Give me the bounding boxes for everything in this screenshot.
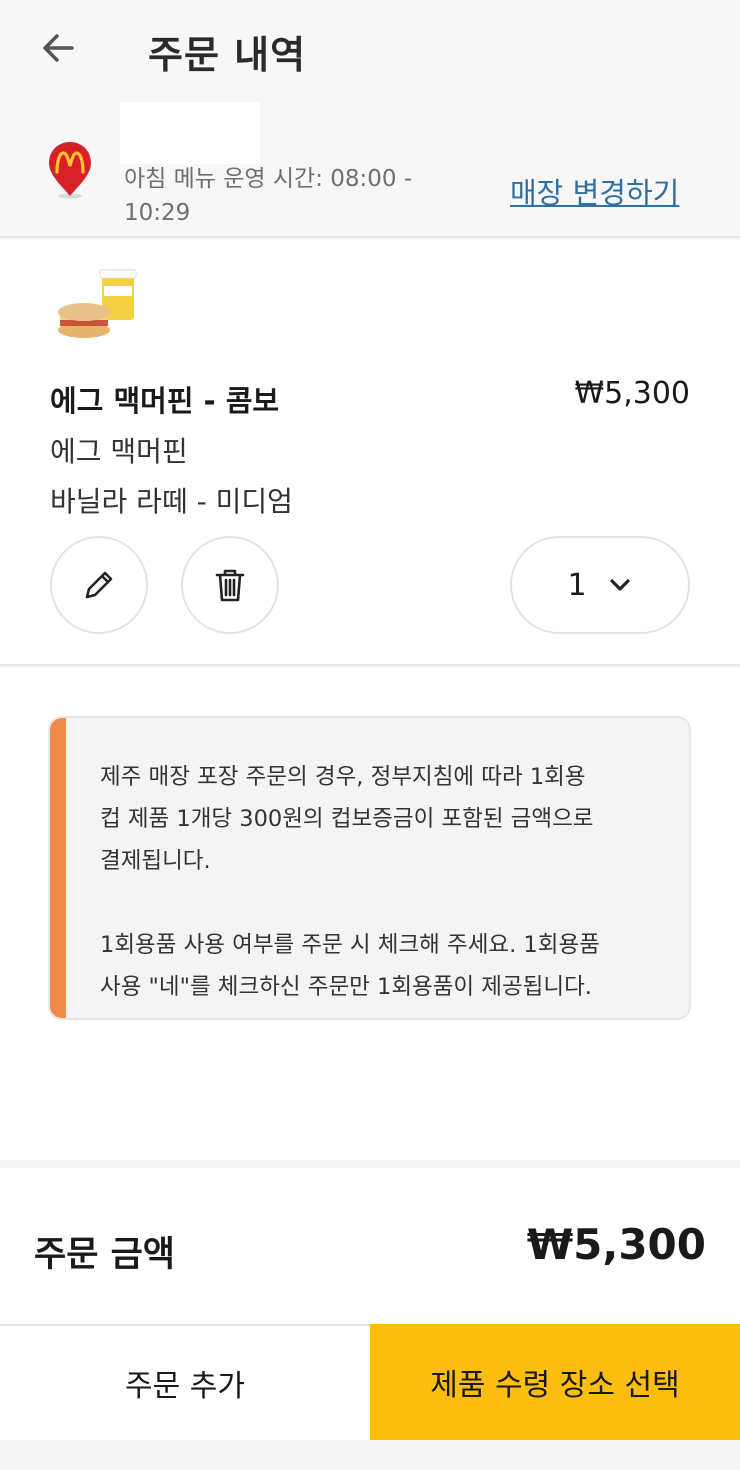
order-item: 에그 맥머핀 - 콤보 ₩5,300 에그 맥머핀 바닐라 라떼 - 미디엄 1 [0, 240, 740, 666]
notice-paragraph: 1회용품 사용 여부를 주문 시 체크해 주세요. 1회용품 사용 "네"를 체… [100, 932, 600, 1000]
quantity-select[interactable]: 1 [510, 536, 690, 634]
footer-actions: 주문 추가 제품 수령 장소 선택 [0, 1324, 740, 1440]
mcdonalds-location-pin-icon [49, 142, 91, 199]
notice-text: 제주 매장 포장 주문의 경우, 정부지침에 따라 1회용 컵 제품 1개당 3… [100, 756, 670, 1008]
item-name: 에그 맥머핀 - 콤보 [50, 384, 280, 418]
chevron-down-icon [609, 579, 630, 591]
store-info: 아침 메뉴 운영 시간: 08:00 - 10:29 매장 변경하기 [0, 100, 740, 238]
notice-paragraph: 제주 매장 포장 주문의 경우, 정부지침에 따라 1회용 컵 제품 1개당 3… [100, 764, 594, 874]
item-price: ₩5,300 [574, 376, 690, 411]
edit-item-button[interactable] [50, 536, 148, 634]
total-value: ₩5,300 [526, 1220, 706, 1269]
total-label: 주문 금액 [34, 1235, 175, 1275]
pencil-icon [85, 571, 113, 599]
trash-icon [215, 569, 245, 602]
bottom-strip [0, 1440, 740, 1470]
delete-item-button[interactable] [181, 536, 279, 634]
quantity-value: 1 [567, 567, 587, 603]
back-button[interactable] [36, 26, 80, 70]
store-name-placeholder [120, 102, 260, 164]
page-title: 주문 내역 [148, 33, 307, 77]
add-order-button[interactable]: 주문 추가 [0, 1324, 370, 1440]
item-component: 바닐라 라떼 - 미디엄 [50, 485, 293, 518]
breakfast-hours: 아침 메뉴 운영 시간: 08:00 - 10:29 [124, 166, 413, 226]
order-total: 주문 금액 ₩5,300 [0, 1168, 740, 1324]
item-component: 에그 맥머핀 [50, 435, 188, 468]
select-pickup-location-button[interactable]: 제품 수령 장소 선택 [370, 1324, 740, 1440]
arrow-left-icon [43, 34, 74, 62]
notice-accent-bar [50, 718, 66, 1018]
egg-mcmuffin-combo-image [58, 269, 137, 338]
app-header: 주문 내역 [0, 0, 740, 100]
cup-deposit-notice: 제주 매장 포장 주문의 경우, 정부지침에 따라 1회용 컵 제품 1개당 3… [48, 716, 691, 1020]
change-store-link[interactable]: 매장 변경하기 [510, 170, 679, 212]
notice-section: 제주 매장 포장 주문의 경우, 정부지침에 따라 1회용 컵 제품 1개당 3… [0, 668, 740, 1160]
